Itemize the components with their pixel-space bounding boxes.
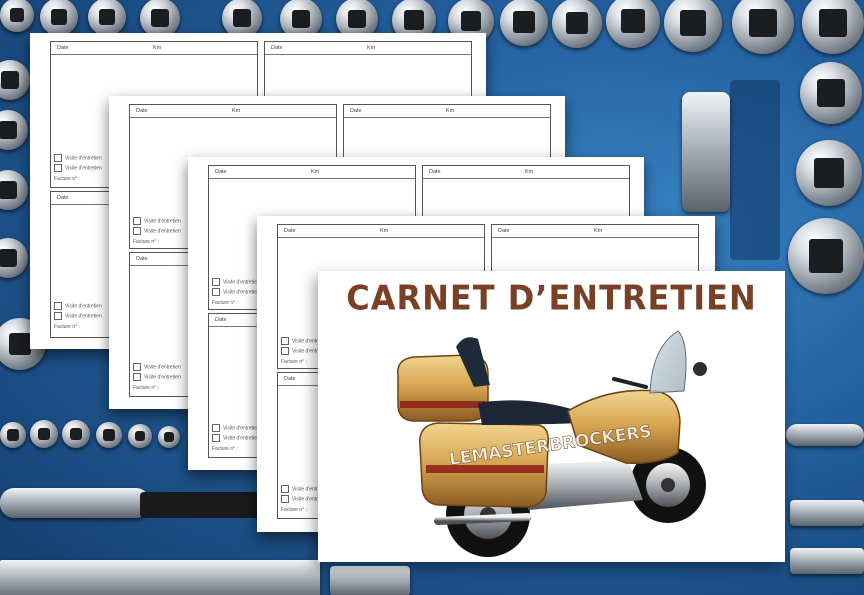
socket-icon [88, 0, 126, 36]
invoice-label: Facture n° : [212, 300, 238, 306]
screwdriver-tip [786, 424, 864, 446]
socket-rail [330, 566, 410, 595]
date-label: Date [284, 376, 296, 382]
motorcycle-image: LEMASTERBROCKERS [397, 330, 707, 557]
visit-checkbox: Visite d'entretien [54, 312, 102, 320]
socket-icon [0, 60, 30, 100]
ratchet-grip [140, 492, 270, 518]
date-label: Date [57, 195, 69, 201]
socket-icon [0, 238, 28, 278]
invoice-label: Facture n° : [133, 385, 159, 391]
entry-header: Date Km [265, 42, 471, 55]
km-label: Km [153, 45, 162, 51]
visit-checkbox: Visite d'entretien [133, 217, 181, 225]
ratchet-handle [0, 488, 150, 518]
visit-checkbox: Visite d'entretien [212, 278, 260, 286]
km-label: Km [311, 169, 320, 175]
socket-row-top [0, 0, 864, 54]
socket-icon [0, 422, 26, 448]
invoice-label: Facture n° : [54, 176, 80, 182]
socket-icon [500, 0, 548, 46]
invoice-label: Facture n° : [281, 507, 307, 513]
date-label: Date [429, 169, 441, 175]
visit-checkbox: Visite d'entretien [212, 434, 260, 442]
extension-bar [790, 548, 864, 574]
socket-icon [128, 424, 152, 448]
date-label: Date [57, 45, 69, 51]
socket-icon [796, 140, 862, 206]
extension-bar [790, 500, 864, 526]
socket-icon [606, 0, 660, 48]
entry-header: Date Km [130, 105, 336, 118]
entry-header: Date Km [209, 166, 415, 179]
cover-title: CARNET D’ENTRETIEN [346, 278, 757, 318]
socket-icon [800, 62, 862, 124]
socket-icon [0, 170, 28, 210]
visit-checkbox: Visite d'entretien [212, 424, 260, 432]
visit-checkbox: Visite d'entretien [54, 154, 102, 162]
visit-checkbox: Visite d'entretien [133, 363, 181, 371]
date-label: Date [215, 169, 227, 175]
date-label: Date [215, 317, 227, 323]
invoice-label: Facture n° : [281, 359, 307, 365]
invoice-label: Facture n° : [54, 324, 80, 330]
km-label: Km [232, 108, 241, 114]
entry-header: Date Km [423, 166, 629, 179]
km-label: Km [367, 45, 376, 51]
entry-header: Date Km [344, 105, 550, 118]
entry-header: Date Km [492, 225, 698, 238]
date-label: Date [136, 256, 148, 262]
visit-checkbox: Visite d'entretien [54, 164, 102, 172]
socket-icon [96, 422, 122, 448]
km-label: Km [594, 228, 603, 234]
socket-icon [40, 0, 78, 36]
entry-header: Date Km [51, 42, 257, 55]
socket-icon [0, 0, 34, 32]
socket-icon [732, 0, 794, 54]
socket-icon [664, 0, 722, 52]
socket-icon [158, 426, 180, 448]
invoice-label: Facture n° : [133, 239, 159, 245]
date-label: Date [498, 228, 510, 234]
socket-rail [0, 560, 320, 595]
socket-icon [552, 0, 602, 48]
km-label: Km [380, 228, 389, 234]
cover-page: CARNET D’ENTRETIEN LEMASTERBROCKERS [318, 271, 785, 562]
visit-checkbox: Visite d'entretien [212, 288, 260, 296]
socket-icon [802, 0, 864, 54]
visit-checkbox: Visite d'entretien [133, 227, 181, 235]
date-label: Date [284, 228, 296, 234]
socket-icon [62, 420, 90, 448]
visit-checkbox: Visite d'entretien [54, 302, 102, 310]
date-label: Date [271, 45, 283, 51]
extension-bar [682, 92, 730, 212]
socket-icon [0, 110, 28, 150]
socket-icon [30, 420, 58, 448]
visit-checkbox: Visite d'entretien [133, 373, 181, 381]
date-label: Date [136, 108, 148, 114]
km-label: Km [525, 169, 534, 175]
socket-icon [788, 218, 864, 294]
invoice-label: Facture n° : [212, 446, 238, 452]
entry-header: Date Km [278, 225, 484, 238]
date-label: Date [350, 108, 362, 114]
tray-slot [730, 80, 780, 260]
km-label: Km [446, 108, 455, 114]
